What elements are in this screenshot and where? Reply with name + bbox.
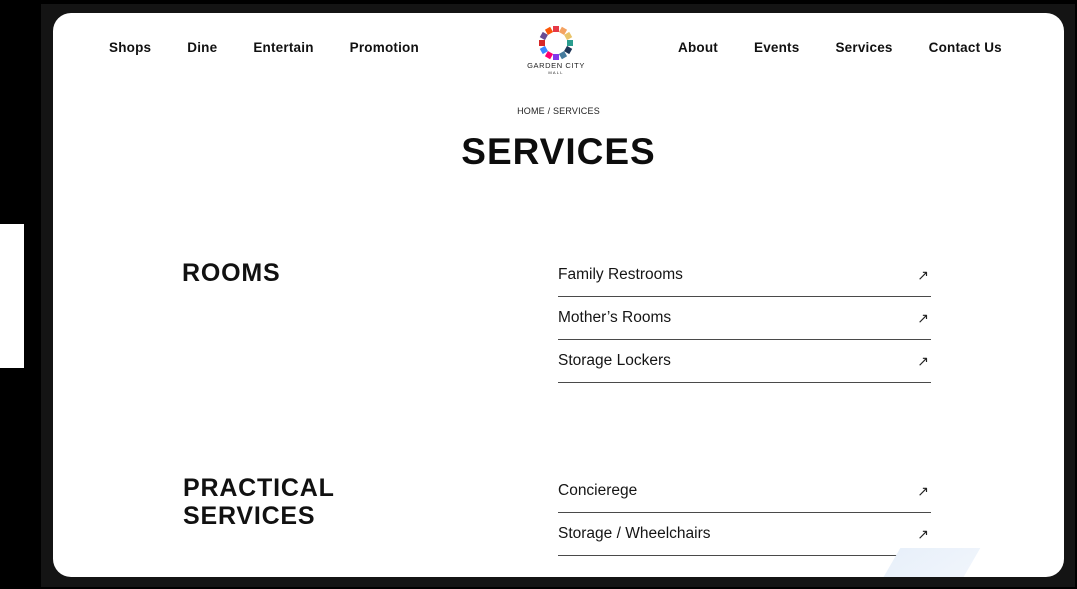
nav-contact-us[interactable]: Contact Us (929, 40, 1002, 55)
side-panel-tab (0, 224, 24, 368)
section-title-rooms: ROOMS (182, 259, 280, 287)
arrow-up-right-icon: ↗ (917, 309, 929, 326)
list-item-family-restrooms[interactable]: Family Restrooms ↗ (558, 254, 931, 297)
nav-dine[interactable]: Dine (187, 40, 217, 55)
site-logo[interactable]: GARDEN CITY MALL (521, 25, 591, 83)
list-item-storage-lockers[interactable]: Storage Lockers ↗ (558, 340, 931, 383)
section-title-line: PRACTICAL (183, 474, 335, 502)
practical-services-list: Concierege ↗ Storage / Wheelchairs ↗ (558, 470, 931, 556)
nav-shops[interactable]: Shops (109, 40, 151, 55)
section-title-practical-services: PRACTICAL SERVICES (183, 474, 335, 530)
list-item-label: Storage Lockers (558, 352, 671, 369)
arrow-up-right-icon: ↗ (917, 266, 929, 283)
arrow-up-right-icon: ↗ (917, 525, 929, 542)
list-item-label: Storage / Wheelchairs (558, 525, 711, 542)
section-title-line: SERVICES (183, 502, 316, 530)
section-title-line: ROOMS (182, 259, 281, 287)
arrow-up-right-icon: ↗ (917, 482, 929, 499)
arrow-up-right-icon: ↗ (917, 352, 929, 369)
list-item-concierge[interactable]: Concierege ↗ (558, 470, 931, 513)
page-card: Shops Dine Entertain Promotion GARDEN CI… (53, 13, 1064, 577)
nav-entertain[interactable]: Entertain (253, 40, 313, 55)
garden-city-logo-icon (539, 26, 573, 60)
nav-left: Shops Dine Entertain Promotion (109, 40, 419, 55)
list-item-mothers-rooms[interactable]: Mother’s Rooms ↗ (558, 297, 931, 340)
nav-events[interactable]: Events (754, 40, 799, 55)
rooms-list: Family Restrooms ↗ Mother’s Rooms ↗ Stor… (558, 254, 931, 383)
logo-subtitle: MALL (548, 70, 564, 75)
nav-services[interactable]: Services (835, 40, 892, 55)
nav-about[interactable]: About (678, 40, 718, 55)
nav-right: About Events Services Contact Us (678, 40, 1002, 55)
page-title: SERVICES (461, 131, 656, 172)
nav-promotion[interactable]: Promotion (350, 40, 419, 55)
list-item-label: Concierege (558, 482, 638, 499)
breadcrumb[interactable]: HOME / SERVICES (53, 106, 1064, 116)
logo-wordmark: GARDEN CITY (527, 61, 585, 70)
list-item-storage-wheelchairs[interactable]: Storage / Wheelchairs ↗ (558, 513, 931, 556)
list-item-label: Family Restrooms (558, 266, 683, 283)
list-item-label: Mother’s Rooms (558, 309, 672, 326)
